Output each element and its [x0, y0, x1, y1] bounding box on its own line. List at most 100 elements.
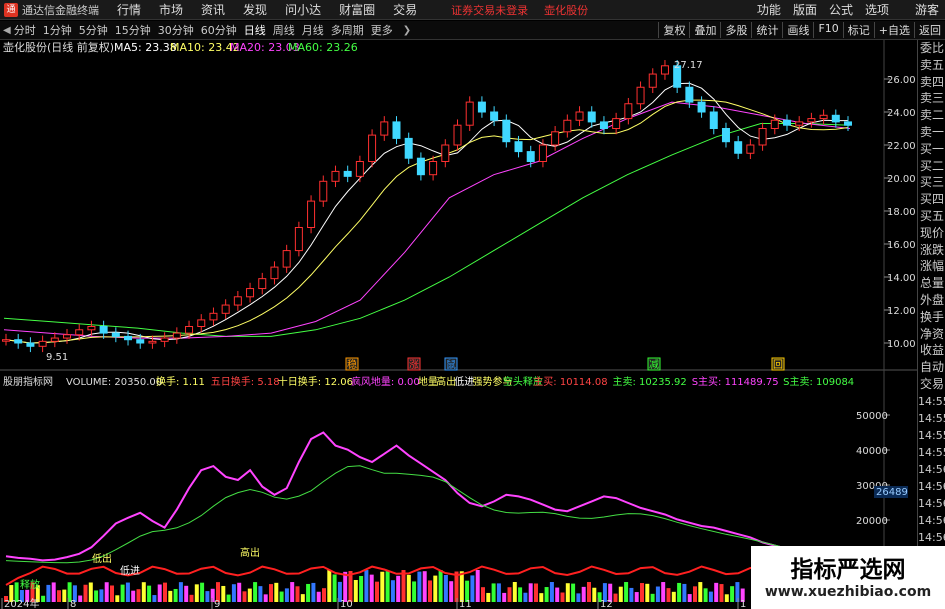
sidebar-item[interactable]: 卖四 [918, 74, 945, 91]
volume-bar [385, 571, 390, 602]
volume-bar [263, 594, 268, 602]
menu-xuanxiang[interactable]: 选项 [865, 1, 889, 18]
volume-bar [332, 574, 337, 602]
sidebar-item[interactable]: 卖五 [918, 57, 945, 74]
sidebar-item[interactable]: 买五 [918, 208, 945, 225]
sidebar-item[interactable]: 卖三 [918, 90, 945, 107]
volume-bar [94, 590, 99, 602]
tab-fenshi[interactable]: 分时 [14, 22, 36, 38]
sidebar-item[interactable]: 涨幅 [918, 258, 945, 275]
sidebar-item[interactable]: 买三 [918, 174, 945, 191]
candle-body [795, 121, 804, 126]
sidebar-item[interactable]: 收益 [918, 342, 945, 359]
tab-1min[interactable]: 1分钟 [43, 22, 72, 38]
kline-chart[interactable]: 壶化股份(日线 前复权) MA5: 23.38 MA10: 23.42 MA20… [0, 40, 917, 609]
menu-zixun[interactable]: 资讯 [201, 1, 225, 18]
candle-body [319, 180, 328, 202]
sidebar-item[interactable]: 委比 [918, 40, 945, 57]
sidebar-auto-trade[interactable]: 自动 [918, 359, 945, 376]
volume-bar [99, 589, 104, 602]
tab-15min[interactable]: 15分钟 [115, 22, 151, 38]
btn-diejia[interactable]: 叠加 [689, 22, 720, 38]
tab-more[interactable]: 更多 [371, 22, 393, 38]
sidebar-item[interactable]: 买一 [918, 141, 945, 158]
month-label: 9 [214, 599, 220, 609]
volume-bar [571, 583, 576, 602]
btn-biaoji[interactable]: 标记 [842, 22, 874, 38]
stock-link[interactable]: 壶化股份 [544, 2, 588, 18]
menu-wenxiaoda[interactable]: 问小达 [285, 1, 321, 18]
tab-monthly[interactable]: 月线 [302, 22, 324, 38]
btn-fanhui[interactable]: 返回 [914, 22, 945, 38]
candle-body [307, 200, 316, 229]
sidebar-item[interactable]: 涨跌 [918, 242, 945, 259]
candle-body [294, 227, 303, 252]
sidebar-item[interactable]: 换手 [918, 309, 945, 326]
btn-huaxian[interactable]: 画线 [782, 22, 813, 38]
candle-body [709, 111, 718, 129]
candle-body [465, 101, 474, 126]
candle-body [831, 114, 840, 123]
volume-bar [549, 582, 554, 602]
sidebar-item[interactable]: 卖一 [918, 124, 945, 141]
volume-bar [253, 582, 258, 602]
tab-60min[interactable]: 60分钟 [201, 22, 237, 38]
indicator-item: 低进 [454, 375, 474, 388]
btn-f10[interactable]: F10 [813, 22, 842, 38]
guest-label[interactable]: 游客 [915, 1, 939, 18]
btn-duogu[interactable]: 多股 [720, 22, 751, 38]
menu-gongshi[interactable]: 公式 [829, 1, 853, 18]
menu-shichang[interactable]: 市场 [159, 1, 183, 18]
signal-marker-text: 回 [773, 359, 783, 371]
sidebar-item[interactable]: 买四 [918, 191, 945, 208]
sidebar-item[interactable]: 买二 [918, 158, 945, 175]
tab-left-arrow-icon[interactable]: ◀ [3, 25, 11, 36]
sidebar-item[interactable]: 总量 [918, 275, 945, 292]
candle-body [697, 101, 706, 113]
volume-bar [78, 595, 83, 602]
menu-jiaoyi[interactable]: 交易 [393, 1, 417, 18]
volume-bar [189, 594, 194, 602]
candle-body [380, 121, 389, 136]
tab-daily[interactable]: 日线 [244, 22, 266, 38]
tab-multi[interactable]: 多周期 [331, 22, 364, 38]
sidebar-auto-trade[interactable]: 交易 [918, 376, 945, 393]
sidebar-item[interactable]: 外盘 [918, 292, 945, 309]
volume-bar [703, 588, 708, 602]
sidebar-item[interactable]: 净资 [918, 326, 945, 343]
volume-bar [295, 586, 300, 602]
btn-tongji[interactable]: 统计 [751, 22, 782, 38]
month-label: 1 [740, 599, 746, 609]
menu-banmian[interactable]: 版面 [793, 1, 817, 18]
tab-weekly[interactable]: 周线 [273, 22, 295, 38]
candle-body [197, 319, 206, 327]
price-tick-label: 12.00 [887, 306, 916, 317]
volume-bar [714, 582, 719, 602]
menu-hangqing[interactable]: 行情 [117, 1, 141, 18]
sidebar-item[interactable]: 卖二 [918, 107, 945, 124]
candle-body [538, 144, 547, 162]
volume-bar [412, 581, 417, 602]
tab-5min[interactable]: 5分钟 [79, 22, 108, 38]
volume-bar [698, 582, 703, 602]
candle-body [563, 119, 572, 133]
volume-bar [428, 580, 432, 602]
candle-body [746, 144, 755, 154]
btn-zixuan[interactable]: +自选 [873, 22, 914, 38]
volume-bar [269, 584, 273, 602]
tab-right-arrow-icon[interactable]: ❯ [403, 25, 411, 36]
volume-bar [502, 592, 507, 602]
candle-body [38, 340, 47, 347]
menu-gongneng[interactable]: 功能 [757, 1, 781, 18]
menu-caifuquan[interactable]: 财富圈 [339, 1, 375, 18]
menu-faxian[interactable]: 发现 [243, 1, 267, 18]
candle-body [160, 337, 169, 342]
indicator-item: 主买: 10114.08 [533, 376, 607, 388]
volume-bar [507, 587, 512, 602]
price-tick-label: 22.00 [887, 141, 916, 152]
sidebar-item[interactable]: 现价 [918, 225, 945, 242]
tab-30min[interactable]: 30分钟 [158, 22, 194, 38]
volume-bar [125, 582, 130, 602]
btn-fuquan[interactable]: 复权 [658, 22, 689, 38]
login-warning[interactable]: 证券交易未登录 [451, 2, 528, 18]
